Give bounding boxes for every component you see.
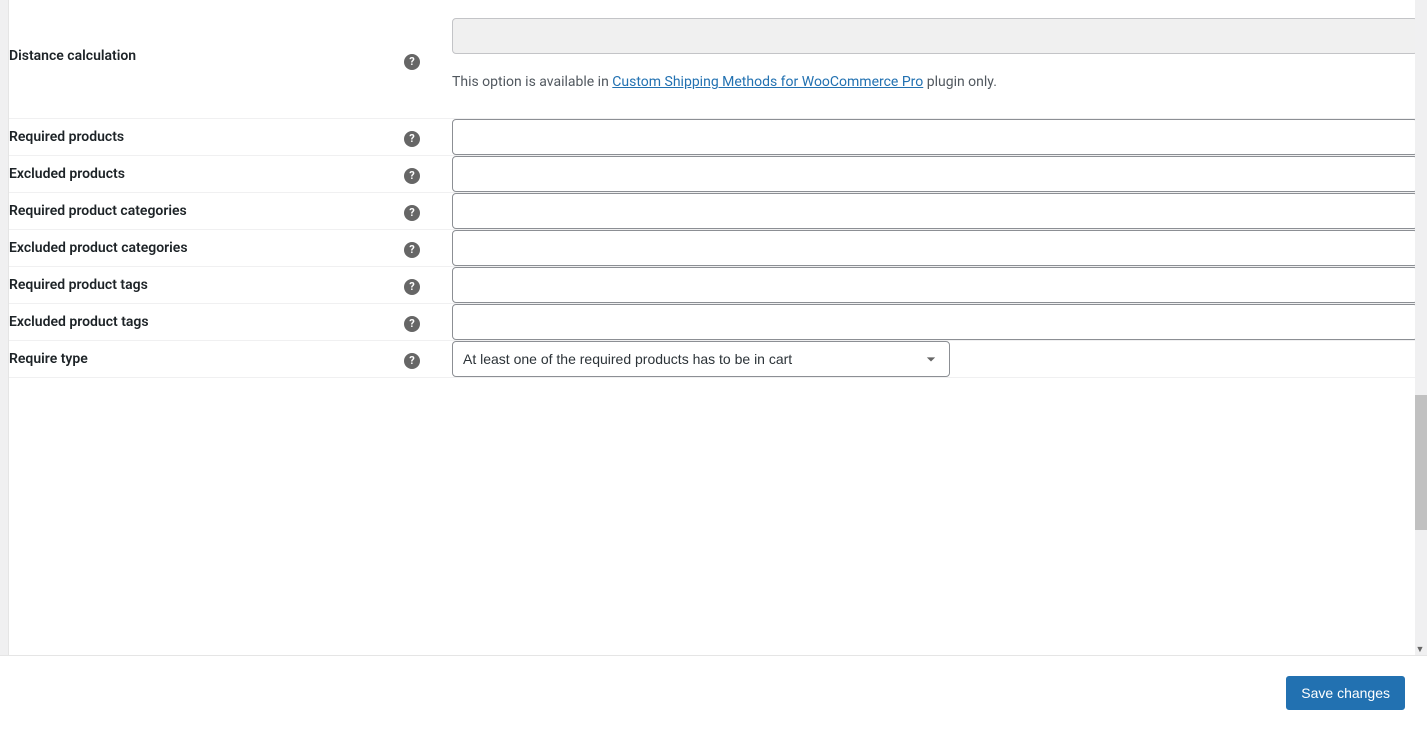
- label-required-product-tags: Required product tags: [9, 267, 404, 304]
- input-excluded-products[interactable]: [452, 156, 1418, 192]
- footer-bar: Save changes: [0, 655, 1427, 729]
- help-icon[interactable]: ?: [404, 205, 420, 221]
- input-excluded-product-tags[interactable]: [452, 304, 1418, 340]
- help-icon[interactable]: ?: [404, 168, 420, 184]
- input-distance-calculation: [452, 18, 1418, 54]
- row-required-products: Required products ?: [9, 119, 1418, 156]
- helper-prefix: This option is available in: [452, 74, 612, 90]
- scroll-arrow-down-icon[interactable]: ▼: [1413, 642, 1427, 656]
- input-required-product-categories[interactable]: [452, 193, 1418, 229]
- settings-form-table: Distance calculation ? This option is av…: [9, 0, 1418, 378]
- input-required-product-tags[interactable]: [452, 267, 1418, 303]
- label-excluded-products: Excluded products: [9, 156, 404, 193]
- label-required-products: Required products: [9, 119, 404, 156]
- input-excluded-product-categories[interactable]: [452, 230, 1418, 266]
- helper-text-distance: This option is available in Custom Shipp…: [452, 74, 1418, 90]
- help-icon[interactable]: ?: [404, 353, 420, 369]
- scrollbar-track[interactable]: [1415, 0, 1427, 655]
- help-icon[interactable]: ?: [404, 242, 420, 258]
- row-require-type: Require type ? At least one of the requi…: [9, 341, 1418, 378]
- label-required-product-categories: Required product categories: [9, 193, 404, 230]
- input-required-products[interactable]: [452, 119, 1418, 155]
- row-excluded-products: Excluded products ?: [9, 156, 1418, 193]
- label-distance-calculation: Distance calculation: [9, 0, 404, 119]
- settings-panel: Distance calculation ? This option is av…: [8, 0, 1419, 655]
- label-excluded-product-tags: Excluded product tags: [9, 304, 404, 341]
- label-require-type: Require type: [9, 341, 404, 378]
- helper-suffix: plugin only.: [923, 74, 997, 90]
- help-icon[interactable]: ?: [404, 279, 420, 295]
- row-required-product-categories: Required product categories ?: [9, 193, 1418, 230]
- link-pro-plugin[interactable]: Custom Shipping Methods for WooCommerce …: [612, 74, 923, 90]
- row-excluded-product-tags: Excluded product tags ?: [9, 304, 1418, 341]
- help-icon[interactable]: ?: [404, 54, 420, 70]
- help-icon[interactable]: ?: [404, 131, 420, 147]
- save-button[interactable]: Save changes: [1286, 676, 1405, 710]
- label-excluded-product-categories: Excluded product categories: [9, 230, 404, 267]
- scrollbar-thumb[interactable]: [1415, 395, 1427, 530]
- select-require-type[interactable]: At least one of the required products ha…: [452, 341, 950, 377]
- row-required-product-tags: Required product tags ?: [9, 267, 1418, 304]
- row-distance-calculation: Distance calculation ? This option is av…: [9, 0, 1418, 119]
- help-icon[interactable]: ?: [404, 316, 420, 332]
- row-excluded-product-categories: Excluded product categories ?: [9, 230, 1418, 267]
